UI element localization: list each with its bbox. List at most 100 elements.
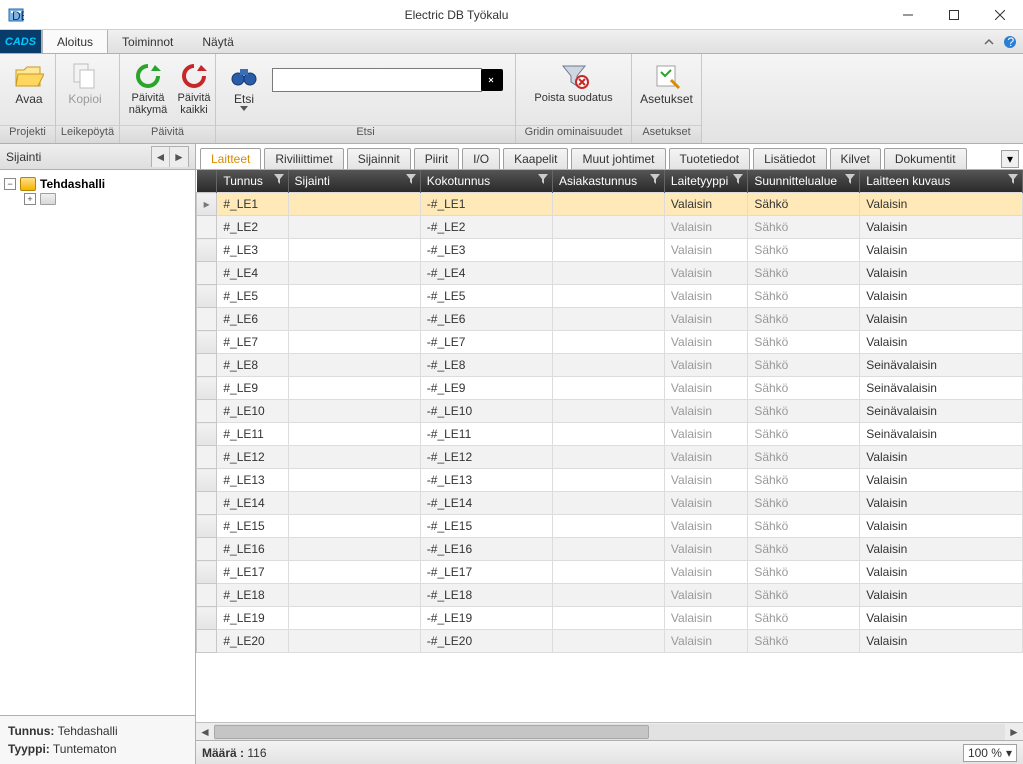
tab-sijainnit[interactable]: Sijainnit — [347, 148, 411, 169]
cell[interactable]: -#_LE10 — [420, 400, 552, 423]
cell[interactable]: Sähkö — [748, 285, 860, 308]
table-row[interactable]: #_LE12-#_LE12ValaisinSähköValaisin — [197, 446, 1023, 469]
cell[interactable] — [553, 193, 665, 216]
cell[interactable] — [553, 331, 665, 354]
cell[interactable]: -#_LE9 — [420, 377, 552, 400]
filter-icon[interactable] — [538, 174, 548, 184]
tab-riviliittimet[interactable]: Riviliittimet — [264, 148, 343, 169]
clear-filter-button[interactable]: Poista suodatus — [528, 58, 618, 106]
cell[interactable] — [553, 561, 665, 584]
cell[interactable] — [553, 377, 665, 400]
tree-root[interactable]: − Tehdashalli — [4, 176, 191, 192]
table-row[interactable]: #_LE8-#_LE8ValaisinSähköSeinävalaisin — [197, 354, 1023, 377]
cell[interactable] — [553, 492, 665, 515]
table-row[interactable]: #_LE2-#_LE2ValaisinSähköValaisin — [197, 216, 1023, 239]
cell[interactable]: Seinävalaisin — [860, 400, 1023, 423]
clear-search-button[interactable] — [481, 69, 503, 91]
cell[interactable]: Sähkö — [748, 515, 860, 538]
cell[interactable]: Valaisin — [664, 515, 747, 538]
table-row[interactable]: #_LE3-#_LE3ValaisinSähköValaisin — [197, 239, 1023, 262]
cell[interactable]: Valaisin — [860, 239, 1023, 262]
cell[interactable]: Valaisin — [664, 538, 747, 561]
row-indicator[interactable] — [197, 561, 217, 584]
cell[interactable]: Sähkö — [748, 538, 860, 561]
cell[interactable]: Valaisin — [860, 193, 1023, 216]
minimize-button[interactable] — [885, 0, 931, 30]
cell[interactable]: -#_LE7 — [420, 331, 552, 354]
cell[interactable]: #_LE13 — [217, 469, 288, 492]
data-grid[interactable]: TunnusSijaintiKokotunnusAsiakastunnusLai… — [196, 170, 1023, 722]
row-indicator[interactable] — [197, 285, 217, 308]
cell[interactable] — [288, 607, 420, 630]
cell[interactable] — [288, 216, 420, 239]
cell[interactable]: -#_LE5 — [420, 285, 552, 308]
cell[interactable]: Sähkö — [748, 469, 860, 492]
cell[interactable]: Valaisin — [664, 400, 747, 423]
row-indicator[interactable] — [197, 538, 217, 561]
cell[interactable] — [288, 193, 420, 216]
expand-icon[interactable]: + — [24, 193, 36, 205]
cell[interactable]: #_LE18 — [217, 584, 288, 607]
cell[interactable] — [288, 262, 420, 285]
cell[interactable]: -#_LE4 — [420, 262, 552, 285]
cell[interactable]: Valaisin — [860, 308, 1023, 331]
close-button[interactable] — [977, 0, 1023, 30]
collapse-ribbon-icon[interactable] — [983, 36, 995, 48]
row-indicator[interactable] — [197, 216, 217, 239]
cell[interactable]: #_LE6 — [217, 308, 288, 331]
cell[interactable]: Sähkö — [748, 584, 860, 607]
cell[interactable] — [553, 239, 665, 262]
settings-button[interactable]: Asetukset — [638, 58, 695, 108]
cell[interactable]: Valaisin — [860, 446, 1023, 469]
cell[interactable]: Sähkö — [748, 354, 860, 377]
cell[interactable]: Valaisin — [860, 492, 1023, 515]
cell[interactable]: #_LE19 — [217, 607, 288, 630]
cell[interactable]: Valaisin — [664, 607, 747, 630]
nav-forward-button[interactable]: ► — [170, 147, 188, 167]
col-sijainti[interactable]: Sijainti — [288, 170, 420, 193]
maximize-button[interactable] — [931, 0, 977, 30]
cell[interactable]: Valaisin — [664, 331, 747, 354]
cell[interactable]: Seinävalaisin — [860, 377, 1023, 400]
cell[interactable] — [288, 239, 420, 262]
cell[interactable]: Valaisin — [664, 584, 747, 607]
cell[interactable] — [288, 354, 420, 377]
table-row[interactable]: ▸#_LE1-#_LE1ValaisinSähköValaisin — [197, 193, 1023, 216]
row-indicator[interactable]: ▸ — [197, 193, 217, 216]
menu-aloitus[interactable]: Aloitus — [42, 30, 108, 53]
cell[interactable]: Valaisin — [860, 538, 1023, 561]
col-laitetyyppi[interactable]: Laitetyyppi — [664, 170, 747, 193]
cell[interactable]: Valaisin — [860, 515, 1023, 538]
cell[interactable]: Sähkö — [748, 423, 860, 446]
cell[interactable] — [288, 308, 420, 331]
table-row[interactable]: #_LE5-#_LE5ValaisinSähköValaisin — [197, 285, 1023, 308]
table-row[interactable]: #_LE19-#_LE19ValaisinSähköValaisin — [197, 607, 1023, 630]
cell[interactable]: #_LE9 — [217, 377, 288, 400]
tab-tuotetiedot[interactable]: Tuotetiedot — [669, 148, 751, 169]
cell[interactable]: Sähkö — [748, 239, 860, 262]
cell[interactable]: -#_LE15 — [420, 515, 552, 538]
refresh-all-button[interactable]: Päivitä kaikki — [172, 58, 216, 118]
table-row[interactable]: #_LE16-#_LE16ValaisinSähköValaisin — [197, 538, 1023, 561]
cell[interactable] — [288, 584, 420, 607]
cell[interactable]: #_LE14 — [217, 492, 288, 515]
tabs-overflow-button[interactable]: ▾ — [1001, 150, 1019, 168]
cell[interactable] — [288, 423, 420, 446]
cell[interactable] — [288, 469, 420, 492]
row-indicator[interactable] — [197, 446, 217, 469]
cell[interactable]: #_LE10 — [217, 400, 288, 423]
table-row[interactable]: #_LE7-#_LE7ValaisinSähköValaisin — [197, 331, 1023, 354]
cell[interactable]: -#_LE1 — [420, 193, 552, 216]
cell[interactable] — [553, 538, 665, 561]
cell[interactable]: Valaisin — [664, 561, 747, 584]
col-asiakastunnus[interactable]: Asiakastunnus — [553, 170, 665, 193]
nav-back-button[interactable]: ◄ — [152, 147, 170, 167]
cell[interactable]: Valaisin — [664, 216, 747, 239]
cell[interactable]: #_LE8 — [217, 354, 288, 377]
col-suunnittelualue[interactable]: Suunnittelualue — [748, 170, 860, 193]
row-indicator[interactable] — [197, 492, 217, 515]
cell[interactable] — [288, 630, 420, 653]
cell[interactable] — [553, 285, 665, 308]
cell[interactable]: -#_LE2 — [420, 216, 552, 239]
cell[interactable]: Sähkö — [748, 331, 860, 354]
